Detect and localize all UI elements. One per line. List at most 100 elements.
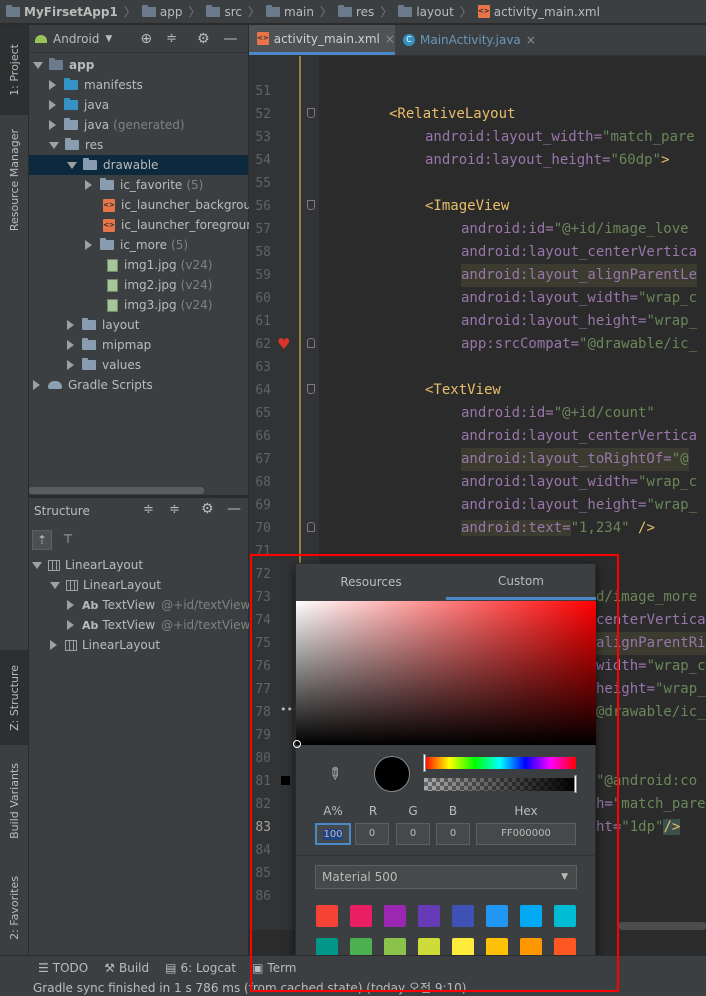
structure-item[interactable]: Ab TextView @+id/textView2 (29, 615, 258, 635)
tab-resource-manager[interactable]: Resource Manager (0, 120, 28, 240)
tree-item-manifests[interactable]: manifests (29, 75, 143, 95)
expand-arrow-icon (32, 561, 42, 569)
breadcrumb-layout[interactable]: layout (398, 4, 454, 19)
fold-marker-icon[interactable] (307, 522, 315, 532)
tree-item-ic-launcher-background[interactable]: <> ic_launcher_background (29, 195, 266, 215)
tree-item-mipmap[interactable]: mipmap (29, 335, 151, 355)
folder-icon (83, 158, 97, 170)
linear-layout-icon (66, 579, 78, 591)
line-number: 70 (255, 521, 271, 536)
structure-item[interactable]: LinearLayout (29, 635, 160, 655)
highlight-box (250, 554, 619, 992)
code-line: android:layout_width="wrap_c (461, 474, 698, 490)
tree-item-app[interactable]: app (29, 55, 94, 75)
tab-project[interactable]: 1: Project (0, 25, 28, 115)
project-panel: Android ▼ ⊕ ≑ ⚙ — app manifests java jav… (29, 25, 266, 495)
locate-icon[interactable]: ⊕ (140, 31, 152, 47)
tree-item-img2[interactable]: img2.jpg (v24) (29, 275, 212, 295)
tree-item-layout[interactable]: layout (29, 315, 139, 335)
separator-icon: 〉 (319, 5, 332, 19)
tree-item-ic-favorite[interactable]: ic_favorite (5) (29, 175, 203, 195)
logcat-button[interactable]: ▤ 6: Logcat (165, 961, 236, 975)
code-line: app:srcCompat="@drawable/ic_ (461, 336, 698, 352)
code-line: android:layout_height="wrap_ (461, 497, 698, 513)
collapse-icon[interactable]: ≑ (166, 31, 177, 46)
code-line: android:layout_centerVertica (461, 244, 698, 260)
tree-item-java-generated[interactable]: java (generated) (29, 115, 185, 135)
build-button[interactable]: ⚒ Build (104, 961, 149, 975)
line-number: 55 (255, 176, 271, 191)
tab-build-variants[interactable]: Build Variants (0, 753, 28, 848)
image-file-icon (107, 298, 118, 312)
breadcrumb-main[interactable]: main (266, 4, 314, 19)
fold-marker-icon[interactable] (307, 108, 315, 118)
line-number: 58 (255, 245, 271, 260)
code-line: android:layout_width="match_pare (425, 129, 695, 145)
code-line: android:layout_alignParentLe (461, 264, 698, 287)
xml-file-icon: <> (477, 5, 490, 18)
chevron-down-icon[interactable]: ▼ (105, 34, 112, 44)
structure-title: Structure (34, 504, 90, 518)
line-number: 68 (255, 475, 271, 490)
minimize-icon[interactable]: — (227, 501, 241, 517)
todo-button[interactable]: ☰ TODO (38, 961, 88, 975)
tree-item-ic-more[interactable]: ic_more (5) (29, 235, 188, 255)
code-line: <ImageView (425, 198, 510, 214)
editor-scrollbar[interactable] (619, 922, 706, 930)
fold-marker-icon[interactable] (307, 384, 315, 394)
line-number: 53 (255, 130, 271, 145)
close-icon[interactable]: × (526, 33, 536, 47)
folder-icon (206, 4, 221, 17)
close-icon[interactable]: × (385, 32, 395, 46)
tree-item-ic-launcher-foreground[interactable]: <> ic_launcher_foreground. (29, 215, 265, 235)
fold-marker-icon[interactable] (307, 338, 315, 348)
line-number: 56 (255, 199, 271, 214)
breadcrumb-app[interactable]: app (141, 4, 182, 19)
textview-icon: Ab (82, 618, 99, 632)
structure-item[interactable]: Ab TextView @+id/textView (29, 595, 250, 615)
sort-icon[interactable]: ⇡ (32, 530, 52, 550)
tree-item-res[interactable]: res (29, 135, 103, 155)
tree-item-img1[interactable]: img1.jpg (v24) (29, 255, 212, 275)
breadcrumb-src[interactable]: src (206, 4, 242, 19)
tree-item-gradle-scripts[interactable]: Gradle Scripts (29, 375, 153, 395)
code-line: android:layout_width="wrap_c (461, 290, 698, 306)
structure-item[interactable]: LinearLayout (29, 555, 143, 575)
breadcrumb-res[interactable]: res (338, 4, 374, 19)
filter-icon[interactable]: ⊤ (58, 530, 78, 550)
line-number: 54 (255, 153, 271, 168)
code-line: android:layout_centerVertica (461, 428, 698, 444)
gear-icon[interactable]: ⚙ (201, 501, 214, 517)
fold-marker-icon[interactable] (307, 200, 315, 210)
tree-item-values[interactable]: values (29, 355, 141, 375)
line-number: 69 (255, 498, 271, 513)
hammer-icon: ⚒ (104, 960, 115, 975)
line-number: 65 (255, 406, 271, 421)
folder-icon (141, 4, 156, 17)
gear-icon[interactable]: ⚙ (197, 31, 210, 47)
tab-structure[interactable]: Z: Structure (0, 650, 28, 745)
code-line: android:id="@+id/count" (461, 405, 655, 421)
image-file-icon (107, 278, 118, 292)
structure-item[interactable]: LinearLayout (29, 575, 161, 595)
separator-icon: 〉 (123, 5, 136, 19)
view-selector[interactable]: Android (53, 32, 99, 46)
collapse-all-icon[interactable]: ≑ (169, 502, 180, 517)
line-number: 51 (255, 84, 271, 99)
minimize-icon[interactable]: — (224, 31, 238, 47)
expand-all-icon[interactable]: ≑ (143, 502, 154, 517)
tree-item-java[interactable]: java (29, 95, 109, 115)
horizontal-scrollbar[interactable] (29, 487, 204, 494)
tab-activity-main-xml[interactable]: <> activity_main.xml × (249, 25, 395, 55)
folder-icon (398, 4, 413, 17)
android-icon (35, 34, 47, 43)
logcat-icon: ▤ (165, 960, 177, 975)
collapsed-arrow-icon (67, 360, 74, 370)
collapsed-arrow-icon (67, 600, 74, 610)
tab-main-activity-java[interactable]: C MainActivity.java × (395, 25, 545, 55)
tab-favorites[interactable]: 2: Favorites (0, 860, 28, 955)
tree-item-img3[interactable]: img3.jpg (v24) (29, 295, 212, 315)
breadcrumb-file[interactable]: <> activity_main.xml (477, 5, 600, 19)
breadcrumb-project[interactable]: MyFirsetApp1 (6, 4, 118, 19)
tree-item-drawable[interactable]: drawable (29, 155, 248, 175)
